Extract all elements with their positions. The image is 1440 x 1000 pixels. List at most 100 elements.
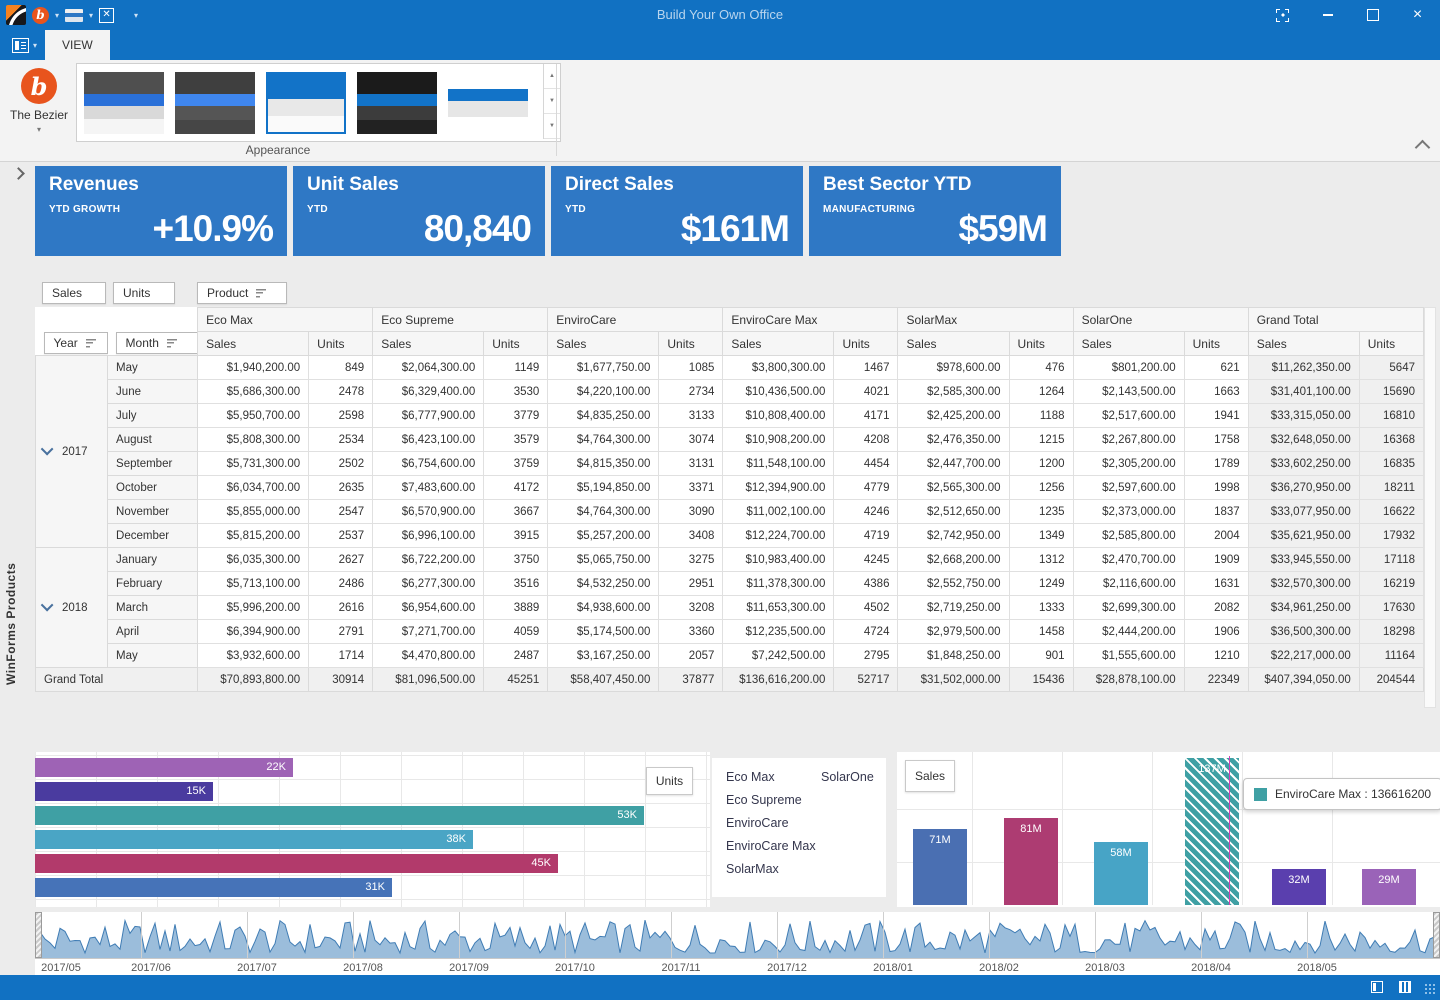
sub-header[interactable]: Units: [1184, 332, 1248, 356]
month-cell[interactable]: October: [108, 476, 198, 500]
dock-tab-winforms-products[interactable]: WinForms Products: [4, 505, 18, 685]
sales-chart-series-button[interactable]: Sales: [905, 760, 955, 792]
value-cell[interactable]: $5,713,100.00: [198, 572, 309, 596]
row-field-button-month[interactable]: Month: [116, 332, 198, 354]
value-cell[interactable]: 3275: [659, 548, 723, 572]
value-cell[interactable]: 16368: [1359, 428, 1423, 452]
value-cell[interactable]: 3074: [659, 428, 723, 452]
close-box-icon[interactable]: ✕: [99, 8, 114, 23]
range-control-timeline[interactable]: 2017/052017/062017/072017/082017/092017/…: [35, 912, 1440, 975]
bezier-app-icon[interactable]: b: [32, 7, 49, 24]
value-cell[interactable]: $2,470,700.00: [1073, 548, 1184, 572]
value-cell[interactable]: $5,815,200.00: [198, 524, 309, 548]
sub-header[interactable]: Units: [1359, 332, 1423, 356]
value-cell[interactable]: $7,271,700.00: [373, 620, 484, 644]
value-cell[interactable]: 18211: [1359, 476, 1423, 500]
value-cell[interactable]: $6,754,600.00: [373, 452, 484, 476]
value-cell[interactable]: $2,425,200.00: [898, 404, 1009, 428]
value-cell[interactable]: 1312: [1009, 548, 1073, 572]
value-cell[interactable]: $2,979,500.00: [898, 620, 1009, 644]
units-bar-solarone[interactable]: 22K: [35, 758, 293, 777]
value-cell[interactable]: $2,742,950.00: [898, 524, 1009, 548]
value-cell[interactable]: 3516: [484, 572, 548, 596]
value-cell[interactable]: $5,950,700.00: [198, 404, 309, 428]
column-field-button-product[interactable]: Product: [197, 282, 287, 304]
value-cell[interactable]: 1941: [1184, 404, 1248, 428]
theme-thumbnail-theme-gray-blue[interactable]: [175, 72, 255, 134]
month-cell[interactable]: March: [108, 596, 198, 620]
value-cell[interactable]: $10,436,500.00: [723, 380, 834, 404]
pivot-vertical-scrollbar[interactable]: [1424, 307, 1436, 708]
row-field-button-year[interactable]: Year: [44, 332, 108, 354]
value-cell[interactable]: 1909: [1184, 548, 1248, 572]
value-cell[interactable]: 901: [1009, 644, 1073, 668]
value-cell[interactable]: $6,996,100.00: [373, 524, 484, 548]
window-style-icon[interactable]: [65, 9, 83, 22]
sub-header[interactable]: Units: [309, 332, 373, 356]
column-group-header[interactable]: Eco Max: [198, 308, 373, 332]
value-cell[interactable]: 17630: [1359, 596, 1423, 620]
value-cell[interactable]: $4,220,100.00: [548, 380, 659, 404]
value-cell[interactable]: $7,242,500.00: [723, 644, 834, 668]
value-cell[interactable]: $2,064,300.00: [373, 356, 484, 380]
value-cell[interactable]: $33,602,250.00: [1248, 452, 1359, 476]
value-cell[interactable]: 4454: [834, 452, 898, 476]
value-cell[interactable]: $2,668,200.00: [898, 548, 1009, 572]
value-cell[interactable]: 476: [1009, 356, 1073, 380]
units-bar-solarmax[interactable]: 15K: [35, 782, 213, 801]
value-cell[interactable]: 1215: [1009, 428, 1073, 452]
focus-mode-button[interactable]: [1260, 0, 1305, 30]
value-cell[interactable]: $11,002,100.00: [723, 500, 834, 524]
value-cell[interactable]: 2534: [309, 428, 373, 452]
theme-thumbnail-theme-white[interactable]: [448, 72, 528, 134]
value-cell[interactable]: 1256: [1009, 476, 1073, 500]
value-cell[interactable]: 11164: [1359, 644, 1423, 668]
value-cell[interactable]: $6,570,900.00: [373, 500, 484, 524]
value-cell[interactable]: $32,570,300.00: [1248, 572, 1359, 596]
value-cell[interactable]: $2,447,700.00: [898, 452, 1009, 476]
value-cell[interactable]: 1631: [1184, 572, 1248, 596]
sales-bar-solarmax[interactable]: 32M: [1272, 869, 1326, 905]
range-handle-right[interactable]: [1433, 912, 1440, 958]
value-cell[interactable]: $2,585,800.00: [1073, 524, 1184, 548]
sales-bar-eco-supreme[interactable]: 81M: [1004, 818, 1058, 905]
value-cell[interactable]: $10,908,200.00: [723, 428, 834, 452]
value-cell[interactable]: $7,483,600.00: [373, 476, 484, 500]
value-cell[interactable]: 3408: [659, 524, 723, 548]
maximize-button[interactable]: [1350, 0, 1395, 30]
value-cell[interactable]: 1188: [1009, 404, 1073, 428]
value-cell[interactable]: 15690: [1359, 380, 1423, 404]
total-value-cell[interactable]: $70,893,800.00: [198, 668, 309, 692]
value-cell[interactable]: $2,305,200.00: [1073, 452, 1184, 476]
total-value-cell[interactable]: $31,502,000.00: [898, 668, 1009, 692]
total-value-cell[interactable]: $81,096,500.00: [373, 668, 484, 692]
value-cell[interactable]: 1200: [1009, 452, 1073, 476]
tab-view[interactable]: VIEW: [45, 30, 110, 60]
units-bar-eco-max[interactable]: 31K: [35, 878, 392, 897]
value-cell[interactable]: $2,517,600.00: [1073, 404, 1184, 428]
value-cell[interactable]: $5,686,300.00: [198, 380, 309, 404]
value-cell[interactable]: 3667: [484, 500, 548, 524]
value-cell[interactable]: $6,954,600.00: [373, 596, 484, 620]
value-cell[interactable]: 3131: [659, 452, 723, 476]
value-cell[interactable]: 2537: [309, 524, 373, 548]
value-cell[interactable]: 3759: [484, 452, 548, 476]
value-cell[interactable]: $4,764,300.00: [548, 428, 659, 452]
value-cell[interactable]: 1758: [1184, 428, 1248, 452]
value-cell[interactable]: 18298: [1359, 620, 1423, 644]
value-cell[interactable]: 3208: [659, 596, 723, 620]
value-cell[interactable]: $4,938,600.00: [548, 596, 659, 620]
month-cell[interactable]: September: [108, 452, 198, 476]
value-cell[interactable]: $12,224,700.00: [723, 524, 834, 548]
value-cell[interactable]: $6,423,100.00: [373, 428, 484, 452]
value-cell[interactable]: $5,174,500.00: [548, 620, 659, 644]
value-cell[interactable]: 2487: [484, 644, 548, 668]
value-cell[interactable]: $3,167,250.00: [548, 644, 659, 668]
value-cell[interactable]: 849: [309, 356, 373, 380]
value-cell[interactable]: 2791: [309, 620, 373, 644]
value-cell[interactable]: $35,621,950.00: [1248, 524, 1359, 548]
value-cell[interactable]: $10,983,400.00: [723, 548, 834, 572]
chevron-down-icon[interactable]: ▾: [89, 11, 93, 20]
resize-grip[interactable]: [1424, 983, 1436, 995]
total-value-cell[interactable]: $58,407,450.00: [548, 668, 659, 692]
